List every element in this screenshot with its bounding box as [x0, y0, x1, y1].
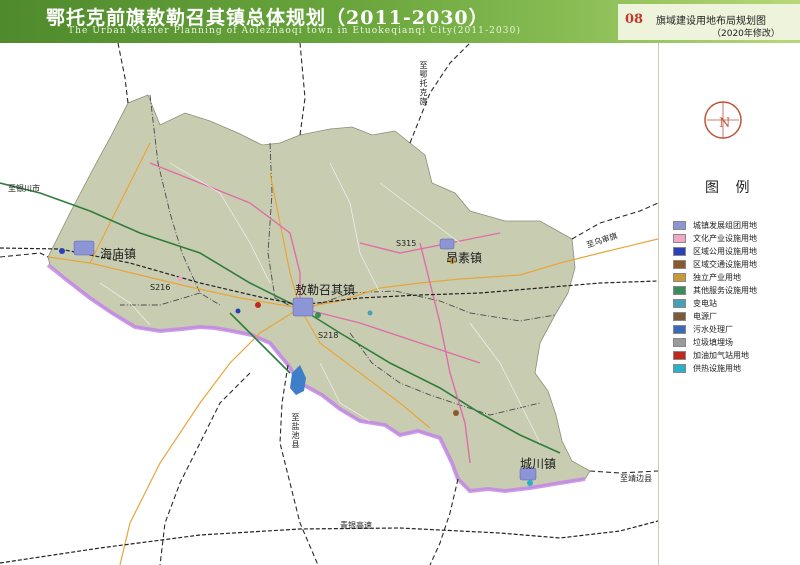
legend-item: 文化产业设施用地 — [673, 232, 799, 245]
map-canvas[interactable]: 海庙镇 敖勒召其镇 昂素镇 城川镇 至银川市 至鄂托克旗 至乌审旗 至盐池县 至… — [0, 43, 658, 565]
map-number: 08 — [625, 12, 644, 27]
industry-icon — [673, 273, 686, 282]
legend-item: 电源厂 — [673, 310, 799, 323]
legend-item: 区域公用设施用地 — [673, 245, 799, 258]
legend-item: 变电站 — [673, 297, 799, 310]
legend-label: 电源厂 — [693, 312, 717, 321]
town-chengchuan[interactable]: 城川镇 — [520, 455, 556, 472]
landfill-icon — [673, 338, 686, 347]
legend-item: 垃圾填埋场 — [673, 336, 799, 349]
map-name: 旗域建设用地布局规划图 — [656, 16, 766, 27]
heating-icon — [673, 364, 686, 373]
gas-station-icon — [673, 351, 686, 360]
town-angsu[interactable]: 昂素镇 — [446, 249, 482, 266]
legend-label: 垃圾填埋场 — [693, 338, 733, 347]
road-label-s218: S218 — [318, 331, 339, 340]
revision-note: （2020年修改） — [712, 29, 780, 39]
legend-item: 加油加气站用地 — [673, 349, 799, 362]
service-icon — [673, 286, 686, 295]
legend-label: 区域交通设施用地 — [693, 260, 757, 269]
legend-label: 污水处理厂 — [693, 325, 733, 334]
legend-label: 供热设施用地 — [693, 364, 741, 373]
legend-label: 加油加气站用地 — [693, 351, 749, 360]
legend-label: 文化产业设施用地 — [693, 234, 757, 243]
culture-icon — [673, 234, 686, 243]
legend-item: 独立产业用地 — [673, 271, 799, 284]
urban-cluster-icon — [673, 221, 686, 230]
legend-item: 供热设施用地 — [673, 362, 799, 375]
page-subtitle: The Urban Master Planning of Aolezhaoqi … — [68, 26, 522, 36]
substation-icon — [673, 299, 686, 308]
legend-label: 变电站 — [693, 299, 717, 308]
legend-item: 城镇发展组团用地 — [673, 219, 799, 232]
legend-title: 图 例 — [705, 180, 756, 196]
svg-text:N: N — [719, 116, 730, 131]
map-svg — [0, 43, 658, 565]
legend-item: 污水处理厂 — [673, 323, 799, 336]
road-label-g307: 青银高速 — [340, 521, 372, 530]
town-haimiao[interactable]: 海庙镇 — [100, 245, 136, 262]
road-label-s315: S315 — [396, 239, 417, 248]
power-plant-icon — [673, 312, 686, 321]
direction-eqi: 至鄂托克旗 — [419, 61, 428, 106]
transport-icon — [673, 260, 686, 269]
north-arrow-icon: N — [701, 98, 745, 146]
legend-list: 城镇发展组团用地 文化产业设施用地 区域公用设施用地 区域交通设施用地 独立产业用地其他… — [673, 219, 799, 375]
utility-icon — [673, 247, 686, 256]
road-label-s216: S216 — [150, 283, 171, 292]
header-banner: 鄂托克前旗敖勒召其镇总体规划（2011-2030） The Urban Mast… — [0, 0, 800, 43]
legend-label: 区域公用设施用地 — [693, 247, 757, 256]
direction-yinchuan: 至银川市 — [8, 184, 40, 193]
sewage-icon — [673, 325, 686, 334]
town-aolezhaoqi[interactable]: 敖勒召其镇 — [295, 281, 355, 298]
legend-label: 城镇发展组团用地 — [693, 221, 757, 230]
legend-item: 其他服务设施用地 — [673, 284, 799, 297]
legend-panel: N 图 例 城镇发展组团用地 文化产业设施用地 区域公用设施用地 区域交通设施用地 独立… — [658, 43, 800, 565]
legend-label: 独立产业用地 — [693, 273, 741, 282]
map-info-box: 08 旗域建设用地布局规划图 （2020年修改） — [618, 4, 800, 40]
direction-yanchi: 至盐池县 — [291, 413, 300, 449]
direction-jingbian: 至靖边县 — [620, 474, 652, 483]
legend-item: 区域交通设施用地 — [673, 258, 799, 271]
legend-label: 其他服务设施用地 — [693, 286, 757, 295]
